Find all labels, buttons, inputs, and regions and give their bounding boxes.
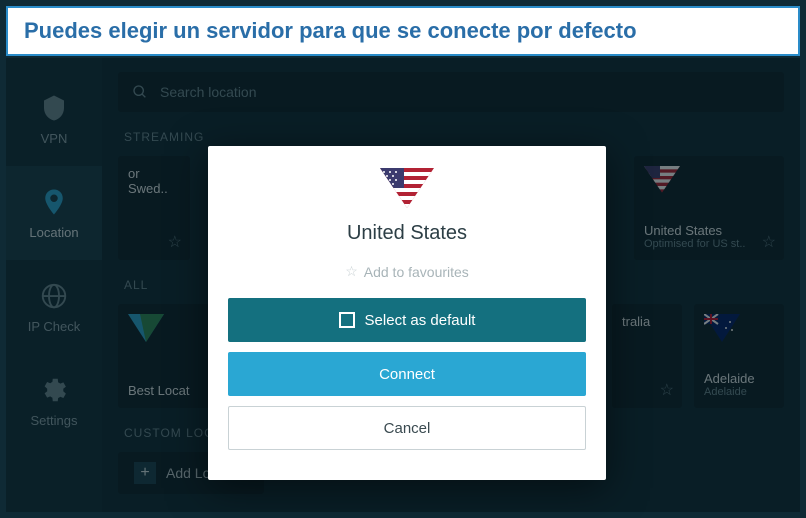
flag-us-icon	[380, 168, 434, 208]
caption-text: Puedes elegir un servidor para que se co…	[24, 18, 637, 44]
server-modal: United States ☆ Add to favourites Select…	[208, 146, 606, 480]
caption-banner: Puedes elegir un servidor para que se co…	[6, 6, 800, 56]
cancel-button[interactable]: Cancel	[228, 406, 586, 450]
checkbox-icon	[339, 312, 355, 328]
select-default-label: Select as default	[365, 312, 476, 329]
favourites-label: Add to favourites	[364, 264, 469, 280]
modal-country-title: United States	[347, 222, 467, 245]
star-icon: ☆	[345, 263, 358, 280]
connect-button[interactable]: Connect	[228, 352, 586, 396]
connect-label: Connect	[379, 366, 435, 383]
app-window: VPN Location IP Check Settings Search lo…	[6, 58, 800, 512]
add-favourites-button[interactable]: ☆ Add to favourites	[345, 263, 469, 280]
cancel-label: Cancel	[384, 420, 431, 437]
select-default-button[interactable]: Select as default	[228, 298, 586, 342]
